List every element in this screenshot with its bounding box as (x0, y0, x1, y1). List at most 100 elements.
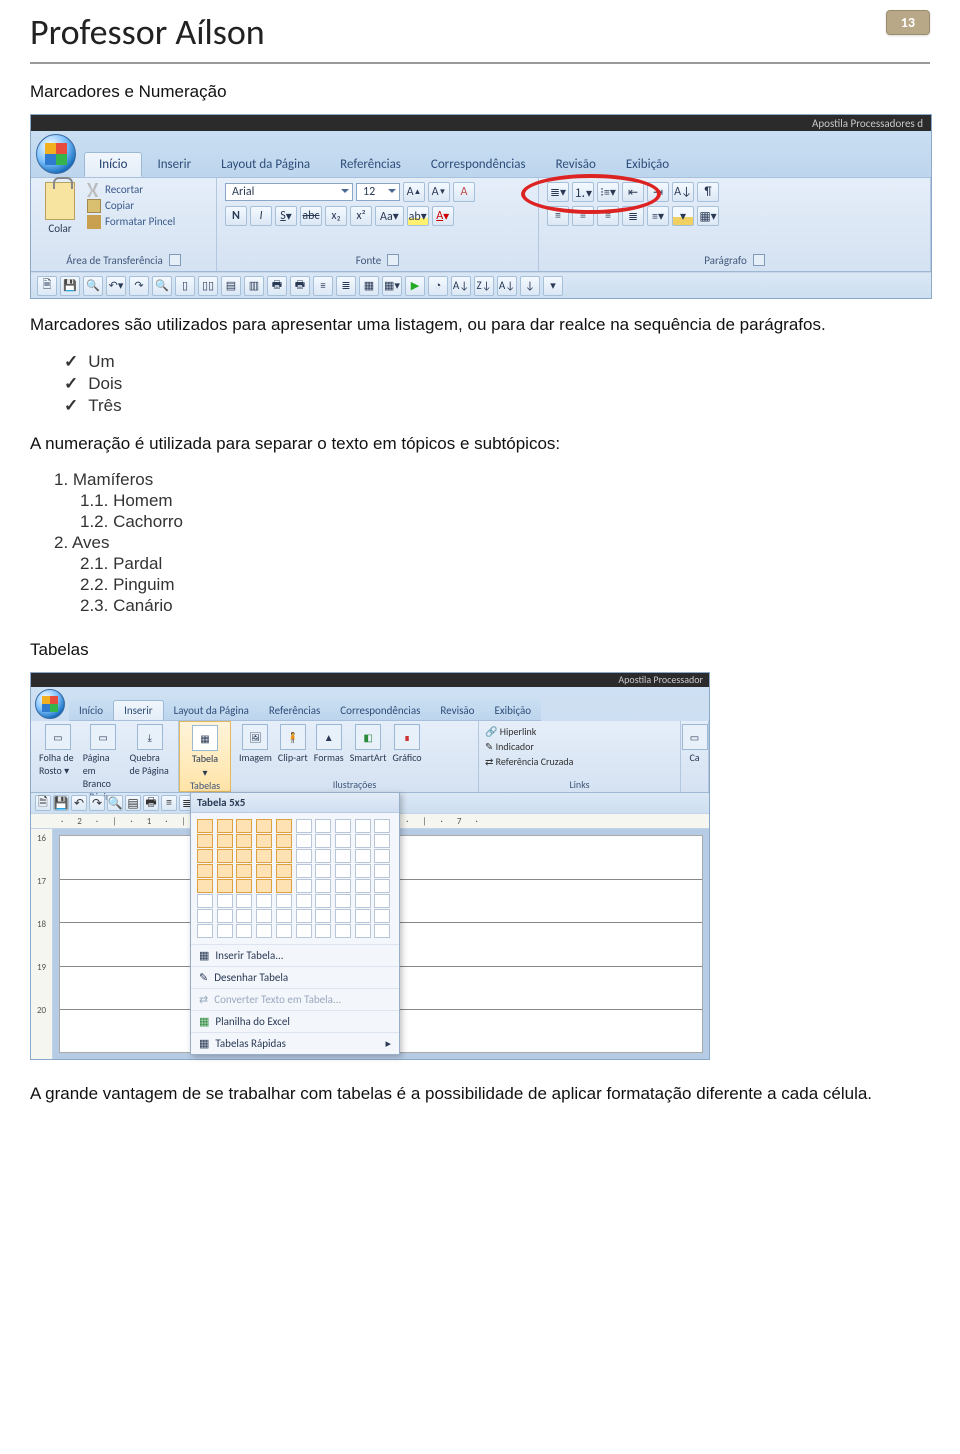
superscript-button[interactable]: x² (350, 206, 372, 226)
shapes-button[interactable]: ▲Formas (312, 724, 346, 764)
sort-az-button[interactable]: A↓ (451, 276, 471, 296)
new-button[interactable]: 🗎 (35, 795, 51, 811)
copy-button[interactable]: Copiar (87, 198, 175, 214)
bold-button[interactable]: N (225, 206, 247, 226)
office-orb-button[interactable] (36, 134, 76, 174)
tab-layout[interactable]: Layout da Página (206, 152, 325, 177)
strike-button[interactable]: abc (300, 206, 322, 226)
ball-button[interactable]: ◔ (428, 276, 448, 296)
table-button[interactable]: ▦Tabela▾ (186, 725, 224, 779)
undo-button[interactable]: ↶▾ (106, 276, 126, 296)
redo-button[interactable]: ↷ (89, 795, 105, 811)
show-marks-button[interactable]: ¶ (697, 182, 719, 202)
quick-tables-menu-item[interactable]: ▦Tabelas Rápidas▸ (191, 1032, 399, 1054)
tab-exibicao[interactable]: Exibição (611, 152, 684, 177)
tab-inserir[interactable]: Inserir (142, 152, 206, 177)
dialog-launcher-icon[interactable] (753, 254, 765, 266)
tab-inicio[interactable]: Início (69, 701, 113, 720)
office-orb-button[interactable] (35, 689, 65, 719)
bookmark-button[interactable]: ✎ Indicador (485, 739, 674, 754)
zoom-button[interactable]: 🔍 (107, 795, 123, 811)
subscript-button[interactable]: x₂ (325, 206, 347, 226)
preview-button[interactable]: 🔍 (83, 276, 103, 296)
align-btn-q2[interactable]: ≣ (336, 276, 356, 296)
qat-more-button[interactable]: ▾ (543, 276, 563, 296)
align-right-button[interactable]: ≡ (597, 206, 619, 226)
font-color-button[interactable]: A▾ (432, 206, 454, 226)
dialog-launcher-icon[interactable] (387, 254, 399, 266)
draft-button[interactable]: ▥ (244, 276, 264, 296)
highlight-button[interactable]: ab▾ (407, 206, 429, 226)
sort-za-button[interactable]: Z↓ (474, 276, 494, 296)
sort3-button[interactable]: ↓ (520, 276, 540, 296)
save-button[interactable]: 💾 (53, 795, 69, 811)
cut-button[interactable]: Recortar (87, 182, 175, 198)
outdent-button[interactable]: ⇤ (622, 182, 644, 202)
tab-referencias[interactable]: Referências (259, 701, 330, 720)
bullets-button[interactable]: ≣▾ (547, 182, 569, 202)
align-btn-q[interactable]: ≡ (313, 276, 333, 296)
align-center-button[interactable]: ≡ (572, 206, 594, 226)
indent-button[interactable]: ⇥ (647, 182, 669, 202)
align-left-button[interactable]: ≡ (547, 206, 569, 226)
save-button[interactable]: 💾 (60, 276, 80, 296)
paste-button[interactable]: Colar (39, 182, 81, 235)
outline-button[interactable]: ▤ (125, 795, 141, 811)
run-button[interactable]: ▶ (405, 276, 425, 296)
page-break-button[interactable]: ⤓Quebra de Página (128, 724, 172, 790)
tab-exibicao[interactable]: Exibição (484, 701, 541, 720)
new-doc-button[interactable]: 🗎 (37, 276, 57, 296)
line-spacing-button[interactable]: ≡▾ (647, 206, 669, 226)
print-button[interactable]: 🖶 (267, 276, 287, 296)
insert-table-menu-item[interactable]: ▦Inserir Tabela... (191, 944, 399, 966)
quick-print-button[interactable]: 🖶 (290, 276, 310, 296)
two-pages-button[interactable]: ▯▯ (198, 276, 218, 296)
hyperlink-button[interactable]: 🔗 Hiperlink (485, 724, 674, 739)
blank-page-button[interactable]: ▭Página em Branco (81, 724, 126, 790)
borders-button[interactable]: ▦▾ (697, 206, 719, 226)
page-button[interactable]: ▯ (175, 276, 195, 296)
tab-revisao[interactable]: Revisão (430, 701, 484, 720)
shading-button[interactable]: ▾ (672, 206, 694, 226)
italic-button[interactable]: I (250, 206, 272, 226)
justify-button[interactable]: ≣ (622, 206, 644, 226)
clear-format-button[interactable]: A (453, 182, 475, 202)
tab-layout[interactable]: Layout da Página (164, 701, 259, 720)
table-size-grid[interactable] (191, 813, 399, 944)
numbering-button[interactable]: ⒈▾ (572, 182, 594, 202)
tab-revisao[interactable]: Revisão (541, 152, 611, 177)
tab-inserir[interactable]: Inserir (113, 700, 164, 720)
sort-button[interactable]: A↓ (672, 182, 694, 202)
image-button[interactable]: 🖼Imagem (237, 724, 274, 764)
redo-button[interactable]: ↷ (129, 276, 149, 296)
cover-page-button[interactable]: ▭Folha de Rosto ▾ (37, 724, 79, 790)
tab-correspondencias[interactable]: Correspondências (416, 152, 541, 177)
font-size-combo[interactable]: 12 (356, 183, 400, 201)
dialog-launcher-icon[interactable] (169, 254, 181, 266)
format-painter-button[interactable]: Formatar Pincel (87, 214, 175, 230)
crossref-button[interactable]: ⇄ Referência Cruzada (485, 754, 674, 769)
tableins-q[interactable]: ▦▾ (382, 276, 402, 296)
tab-correspondencias[interactable]: Correspondências (330, 701, 430, 720)
header-button[interactable]: ▭Ca (687, 724, 702, 764)
align-button[interactable]: ≡ (161, 795, 177, 811)
smartart-button[interactable]: ◧SmartArt (348, 724, 389, 764)
vertical-ruler[interactable]: 16 17 18 19 20 (31, 829, 53, 1059)
shrink-font-button[interactable]: A▼ (428, 182, 450, 202)
print-button[interactable]: 🖶 (143, 795, 159, 811)
grow-font-button[interactable]: A▲ (403, 182, 425, 202)
sort2-button[interactable]: A↓ (497, 276, 517, 296)
outline-button[interactable]: ▤ (221, 276, 241, 296)
chart-button[interactable]: ∎Gráfico (391, 724, 424, 764)
multilevel-button[interactable]: ⁝≡▾ (597, 182, 619, 202)
draw-table-menu-item[interactable]: ✎Desenhar Tabela (191, 966, 399, 988)
zoom-button[interactable]: 🔍 (152, 276, 172, 296)
tab-inicio[interactable]: Início (84, 152, 142, 177)
excel-sheet-menu-item[interactable]: ▦Planilha do Excel (191, 1010, 399, 1032)
font-name-combo[interactable]: Arial (225, 183, 353, 201)
underline-button[interactable]: S▾ (275, 206, 297, 226)
tab-referencias[interactable]: Referências (325, 152, 416, 177)
undo-button[interactable]: ↶ (71, 795, 87, 811)
change-case-button[interactable]: Aa▾ (375, 206, 404, 226)
table-q[interactable]: ▦ (359, 276, 379, 296)
